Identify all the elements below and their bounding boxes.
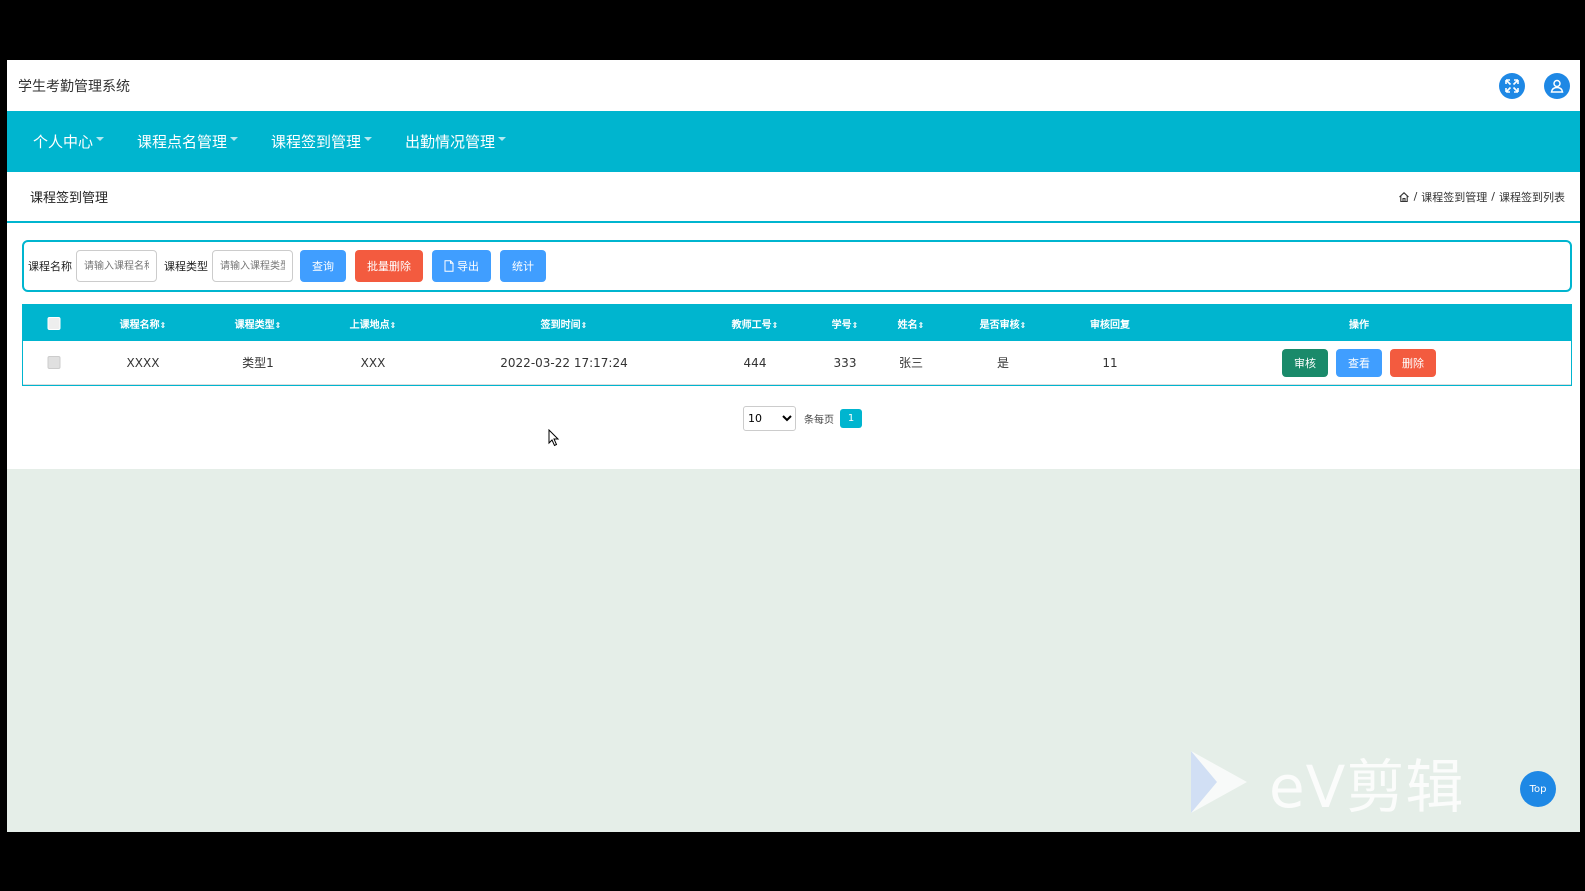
caret-down-icon (364, 136, 373, 141)
query-button[interactable]: 查询 (300, 250, 346, 282)
select-all-checkbox[interactable] (47, 316, 61, 330)
app-window: 学生考勤管理系统 个人中心 课程点名管理 课程签到管理 出勤情况管理 课程签到管… (7, 60, 1580, 832)
nav-item-course-checkin[interactable]: 课程签到管理 (271, 131, 373, 152)
back-to-top-button[interactable]: Top (1520, 771, 1556, 807)
breadcrumb: / 课程签到管理 / 课程签到列表 (1398, 189, 1565, 205)
row-actions: 审核 查看 删除 (1282, 348, 1436, 377)
column-header-checkin-time[interactable]: 签到时间⇕ (541, 316, 588, 331)
sort-icon: ⇕ (580, 320, 588, 330)
delete-button[interactable]: 删除 (1390, 348, 1436, 377)
fullscreen-button[interactable] (1499, 72, 1525, 99)
course-type-input[interactable] (212, 250, 293, 282)
user-icon (1550, 79, 1564, 93)
column-header-student-id[interactable]: 学号⇕ (832, 316, 859, 331)
top-bar: 学生考勤管理系统 (7, 60, 1580, 111)
breadcrumb-item: 课程签到列表 (1499, 190, 1565, 204)
sort-icon: ⇕ (274, 320, 282, 330)
column-label: 是否审核 (979, 319, 1020, 331)
cell-course-type: 类型1 (242, 356, 274, 370)
home-icon[interactable] (1398, 191, 1410, 203)
nav-item-label: 出勤情况管理 (405, 133, 496, 151)
mouse-cursor-icon (548, 429, 560, 447)
page-header: 课程签到管理 / 课程签到管理 / 课程签到列表 (7, 172, 1580, 223)
stats-button[interactable]: 统计 (500, 250, 546, 282)
column-label: 操作 (1349, 319, 1369, 331)
sort-icon: ⇕ (1019, 320, 1027, 330)
breadcrumb-item[interactable]: 课程签到管理 (1421, 189, 1487, 205)
cell-name: 张三 (898, 356, 924, 370)
nav-item-attendance[interactable]: 出勤情况管理 (405, 131, 507, 152)
table-row: XXXX 类型1 XXX 2022-03-22 17:17:24 444 333… (23, 341, 1571, 385)
breadcrumb-separator: / (1491, 190, 1495, 203)
page-title: 课程签到管理 (30, 191, 109, 206)
course-name-input[interactable] (76, 250, 157, 282)
table-header: 课程名称⇕ 课程类型⇕ 上课地点⇕ 签到时间⇕ 教师工号⇕ 学号⇕ 姓名⇕ 是否… (23, 305, 1571, 341)
play-logo-icon (1191, 751, 1247, 813)
app-title: 学生考勤管理系统 (18, 78, 130, 95)
column-label: 姓名 (897, 319, 918, 331)
content-panel: 课程签到管理 / 课程签到管理 / 课程签到列表 课程名称 课程类型 查询 批量… (7, 172, 1580, 469)
column-header-review-reply: 审核回复 (1090, 316, 1130, 331)
breadcrumb-separator: / (1413, 190, 1418, 203)
column-label: 课程名称 (119, 319, 160, 331)
cell-course-name: XXXX (126, 355, 160, 370)
nav-item-label: 课程点名管理 (137, 133, 228, 151)
top-actions (1499, 72, 1570, 99)
column-header-course-name[interactable]: 课程名称⇕ (120, 316, 167, 331)
nav-item-course-rollcall[interactable]: 课程点名管理 (137, 131, 239, 152)
export-label: 导出 (457, 260, 479, 273)
sort-icon: ⇕ (917, 320, 925, 330)
cell-teacher-id: 444 (743, 355, 767, 370)
sort-icon: ⇕ (159, 320, 167, 330)
sort-icon: ⇕ (389, 320, 397, 330)
nav-item-label: 课程签到管理 (271, 133, 362, 151)
cell-checkin-time: 2022-03-22 17:17:24 (500, 355, 628, 370)
sort-icon: ⇕ (851, 320, 859, 330)
caret-down-icon (498, 136, 507, 141)
cell-reviewed: 是 (996, 356, 1010, 370)
cell-location: XXX (360, 355, 386, 370)
cell-student-id: 333 (833, 355, 857, 370)
column-label: 学号 (831, 319, 852, 331)
column-header-teacher-id[interactable]: 教师工号⇕ (732, 316, 779, 331)
column-label: 上课地点 (349, 319, 390, 331)
column-label: 教师工号 (731, 319, 772, 331)
document-icon (444, 260, 454, 272)
column-header-name[interactable]: 姓名⇕ (898, 316, 925, 331)
caret-down-icon (230, 136, 239, 141)
review-button[interactable]: 审核 (1282, 348, 1328, 377)
expand-icon (1505, 78, 1519, 93)
export-button[interactable]: 导出 (432, 250, 491, 282)
sort-icon: ⇕ (771, 320, 779, 330)
page-size-select[interactable]: 10 (743, 406, 796, 431)
column-label: 审核回复 (1090, 319, 1130, 331)
cell-review-reply: 11 (1102, 355, 1118, 370)
search-form: 课程名称 课程类型 查询 批量删除 导出 统计 (22, 240, 1572, 292)
course-name-label: 课程名称 (28, 260, 72, 273)
nav-item-label: 个人中心 (33, 133, 94, 151)
page-number[interactable]: 1 (840, 409, 862, 428)
caret-down-icon (96, 136, 105, 141)
batch-delete-button[interactable]: 批量删除 (355, 250, 423, 282)
column-header-actions: 操作 (1349, 316, 1369, 331)
column-header-reviewed[interactable]: 是否审核⇕ (980, 316, 1027, 331)
checkin-table: 课程名称⇕ 课程类型⇕ 上课地点⇕ 签到时间⇕ 教师工号⇕ 学号⇕ 姓名⇕ 是否… (22, 304, 1572, 386)
column-header-location[interactable]: 上课地点⇕ (350, 316, 397, 331)
column-header-course-type[interactable]: 课程类型⇕ (235, 316, 282, 331)
column-label: 签到时间 (540, 319, 581, 331)
column-label: 课程类型 (234, 319, 275, 331)
view-button[interactable]: 查看 (1336, 348, 1382, 377)
course-type-label: 课程类型 (164, 260, 208, 273)
main-nav: 个人中心 课程点名管理 课程签到管理 出勤情况管理 (7, 111, 1580, 172)
watermark-text: eV剪辑 (1269, 753, 1465, 821)
user-menu-button[interactable] (1544, 72, 1570, 99)
row-checkbox[interactable] (47, 356, 61, 369)
per-page-label: 条每页 (804, 415, 834, 426)
pagination: 10 条每页 1 (7, 406, 1580, 431)
watermark: eV剪辑 (1187, 740, 1464, 824)
nav-item-personal-center[interactable]: 个人中心 (33, 131, 105, 152)
